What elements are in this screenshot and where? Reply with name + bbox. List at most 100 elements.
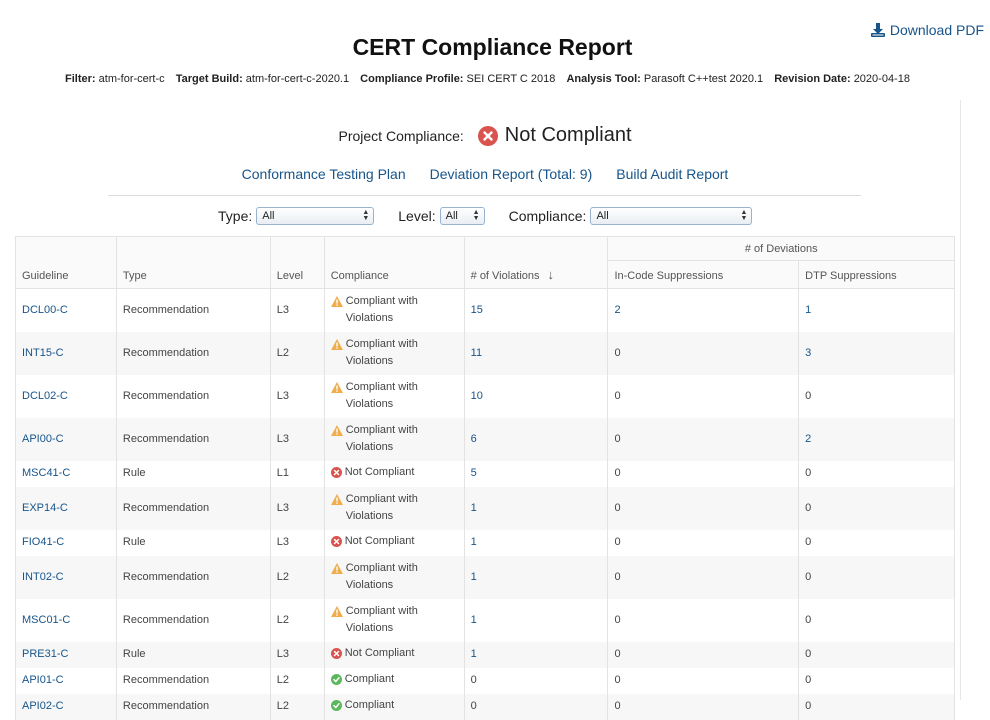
- meta-revision-date-label: Revision Date:: [774, 73, 851, 85]
- meta-analysis-tool-value: Parasoft C++test 2020.1: [643, 73, 764, 85]
- report-links: Conformance Testing Plan Deviation Repor…: [0, 166, 970, 182]
- level-cell: L3: [269, 374, 325, 418]
- compliance-cell: Compliant with Violations: [323, 288, 465, 332]
- warning-icon: [330, 563, 343, 574]
- compliance-status-label: Not Compliant: [344, 465, 415, 478]
- level-filter-value: All: [445, 210, 458, 222]
- in-code-suppressions-cell: 0: [607, 667, 800, 694]
- dtp-suppressions-value: 0: [805, 674, 812, 686]
- violations-cell: 1: [463, 555, 609, 599]
- compliance-cell: Not Compliant: [323, 529, 465, 556]
- type-cell: Recommendation: [115, 555, 271, 599]
- column-header-violations[interactable]: # of Violations ↓: [463, 236, 609, 289]
- violations-link[interactable]: 15: [471, 304, 483, 316]
- compliance-table: Guideline Type Level Compliance # of Vio…: [15, 236, 955, 720]
- guideline-cell: MSC41-C: [15, 460, 117, 487]
- guideline-link[interactable]: FIO41-C: [22, 536, 64, 548]
- column-header-in-code-suppressions[interactable]: In-Code Suppressions: [607, 260, 800, 289]
- in-code-suppressions-cell: 0: [607, 641, 800, 668]
- violations-link[interactable]: 1: [471, 502, 477, 514]
- dtp-suppressions-value: 0: [805, 648, 812, 660]
- violations-link[interactable]: 5: [471, 467, 477, 479]
- build-audit-report-link[interactable]: Build Audit Report: [616, 166, 728, 182]
- violations-link[interactable]: 6: [471, 433, 477, 445]
- compliance-status: Compliant with Violations: [330, 560, 442, 594]
- sort-down-arrow-icon[interactable]: ↓: [548, 267, 555, 282]
- violations-cell: 1: [463, 529, 609, 556]
- table-row: DCL02-C Recommendation L3 Compliant with Vi…: [15, 374, 955, 418]
- in-code-suppressions-value: 0: [614, 613, 621, 626]
- in-code-suppressions-value: 0: [614, 648, 621, 660]
- guideline-link[interactable]: MSC01-C: [22, 614, 70, 626]
- compliance-cell: Compliant with Violations: [323, 598, 465, 642]
- table-row: MSC01-C Recommendation L2 Compliant with Vi…: [15, 598, 955, 642]
- violations-link[interactable]: 1: [471, 648, 477, 660]
- guideline-link[interactable]: INT02-C: [22, 571, 64, 583]
- meta-filter-value: atm-for-cert-c: [98, 73, 165, 85]
- violations-cell: 0: [463, 693, 609, 720]
- violations-link[interactable]: 11: [471, 347, 482, 359]
- compliance-status: Compliant with Violations: [330, 603, 442, 637]
- type-cell: Rule: [115, 641, 271, 668]
- guideline-cell: API01-C: [15, 667, 117, 694]
- violations-link[interactable]: 1: [471, 571, 477, 583]
- check-circle-icon: [330, 699, 342, 711]
- column-header-guideline[interactable]: Guideline: [15, 236, 117, 289]
- compliance-cell: Compliant with Violations: [323, 486, 465, 530]
- level-cell: L3: [269, 486, 325, 530]
- level-cell: L3: [269, 288, 325, 332]
- guideline-link[interactable]: EXP14-C: [22, 502, 68, 514]
- project-compliance-label: Project Compliance:: [338, 127, 464, 144]
- guideline-cell: API02-C: [15, 693, 117, 720]
- type-cell: Recommendation: [115, 417, 271, 461]
- violations-link[interactable]: 1: [471, 614, 477, 626]
- project-compliance: Project Compliance: Not Compliant: [0, 124, 970, 147]
- table-row: INT02-C Recommendation L2 Compliant with Vi…: [15, 555, 955, 599]
- compliance-status: Not Compliant: [330, 533, 414, 550]
- table-row: MSC41-C Rule L1 Not Compliant 5 0 0: [15, 460, 955, 487]
- guideline-link[interactable]: API01-C: [22, 674, 64, 686]
- level-cell: L1: [269, 460, 325, 487]
- dtp-suppressions-cell: 0: [798, 529, 955, 556]
- column-header-compliance[interactable]: Compliance: [323, 236, 465, 289]
- table-row: INT15-C Recommendation L2 Compliant with Vi…: [15, 331, 955, 375]
- column-header-dtp-suppressions[interactable]: DTP Suppressions: [798, 260, 955, 289]
- type-cell: Recommendation: [115, 598, 271, 642]
- in-code-suppressions-link[interactable]: 2: [614, 304, 620, 316]
- guideline-cell: PRE31-C: [15, 641, 117, 668]
- dtp-suppressions-link[interactable]: 3: [805, 347, 811, 359]
- guideline-link[interactable]: DCL02-C: [22, 390, 68, 402]
- guideline-link[interactable]: API00-C: [22, 433, 64, 445]
- level-cell: L3: [269, 529, 325, 556]
- guideline-link[interactable]: PRE31-C: [22, 648, 68, 660]
- compliance-status: Compliant with Violations: [330, 293, 442, 327]
- compliance-filter-select[interactable]: All ▲ ▼: [590, 207, 753, 225]
- scrollbar-track[interactable]: [960, 100, 990, 700]
- column-header-level[interactable]: Level: [269, 236, 325, 289]
- guideline-link[interactable]: INT15-C: [22, 347, 64, 359]
- compliance-status-label: Compliant with Violations: [345, 493, 418, 522]
- violations-link[interactable]: 10: [471, 390, 483, 402]
- deviation-report-link[interactable]: Deviation Report (Total: 9): [430, 166, 593, 182]
- violations-link[interactable]: 1: [471, 536, 477, 548]
- meta-target-build-label: Target Build:: [175, 73, 243, 85]
- warning-icon: [330, 425, 343, 436]
- warning-icon: [330, 339, 343, 350]
- guideline-link[interactable]: API02-C: [22, 700, 64, 712]
- meta-filter: Filter: atm-for-cert-c: [65, 73, 165, 85]
- level-cell: L2: [269, 598, 325, 642]
- guideline-link[interactable]: MSC41-C: [22, 467, 70, 479]
- type-cell: Recommendation: [115, 693, 271, 720]
- column-header-type[interactable]: Type: [115, 236, 271, 289]
- dtp-suppressions-link[interactable]: 2: [805, 433, 811, 445]
- type-filter-select[interactable]: All ▲ ▼: [256, 207, 375, 225]
- level-filter-select[interactable]: All ▲ ▼: [439, 207, 485, 225]
- conformance-testing-plan-link[interactable]: Conformance Testing Plan: [242, 166, 406, 182]
- in-code-suppressions-value: 0: [614, 570, 621, 583]
- page-title: CERT Compliance Report: [352, 34, 633, 60]
- type-cell: Recommendation: [115, 667, 271, 694]
- guideline-link[interactable]: DCL00-C: [22, 304, 68, 316]
- meta-compliance-profile: Compliance Profile: SEI CERT C 2018: [360, 73, 555, 85]
- project-compliance-value: Not Compliant: [504, 124, 632, 146]
- dtp-suppressions-link[interactable]: 1: [805, 304, 811, 316]
